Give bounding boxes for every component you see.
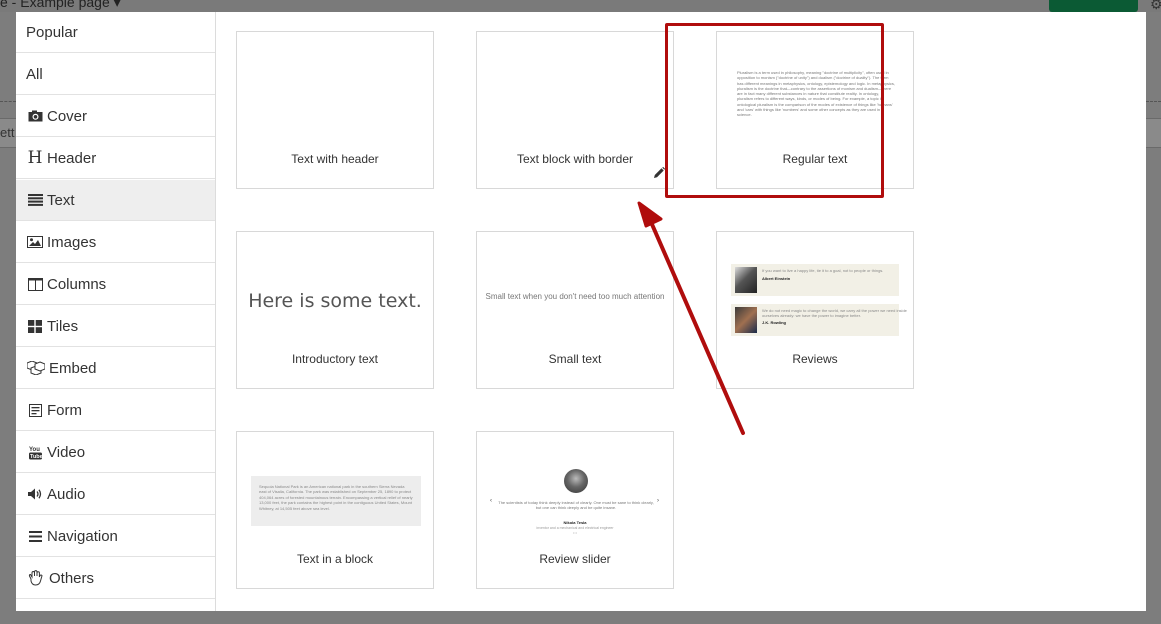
card-label: Reviews [792,352,838,366]
category-sidebar: Popular All Cover H Header Text Images Co… [16,12,216,611]
avatar [735,307,757,333]
background-left [0,12,16,624]
category-cover[interactable]: Cover [16,96,215,137]
cubes-icon [26,361,46,375]
slider-quote: The scientists of today think deeply ins… [498,500,654,511]
block-card-text-in-a-block[interactable]: Sequoia National Park is an American nat… [236,431,434,589]
block-card-text-with-header[interactable]: Text with header [236,31,434,189]
category-all[interactable]: All [16,54,215,95]
block-library-modal: Popular All Cover H Header Text Images Co… [16,12,1146,611]
youtube-icon: You Tube [26,445,44,460]
hand-icon [26,570,46,586]
card-label: Review slider [539,552,611,566]
background-strip-right [1146,118,1161,148]
category-tiles[interactable]: Tiles [16,306,215,347]
background-strip: ett [0,118,16,148]
small-text-preview: Small text when you don't need too much … [485,292,665,301]
review-quote: ourselves already: we have the power to … [762,313,861,318]
background-strip-text: ett [0,125,15,140]
block-card-introductory-text[interactable]: Here is some text. Introductory text [236,231,434,389]
category-video[interactable]: You Tube Video [16,432,215,473]
background-dashed-line [0,101,16,102]
chevron-left-icon: ‹ [490,498,492,504]
block-card-small-text[interactable]: Small text when you don't need too much … [476,231,674,389]
text-block-preview: Sequoia National Park is an American nat… [251,476,421,526]
svg-text:Tube: Tube [30,454,42,460]
category-embed[interactable]: Embed [16,348,215,389]
card-label: Text block with border [516,152,634,166]
background-dashed-line-right [1146,101,1161,102]
avatar [735,267,757,293]
category-navigation[interactable]: Navigation [16,516,215,557]
category-audio[interactable]: Audio [16,474,215,515]
slider-author: Nikola Tesla [563,520,587,525]
block-grid: Text with header Text block with border … [216,12,1146,611]
category-form[interactable]: Form [16,390,215,431]
background-page-title: e - Example page ▾ [0,0,121,10]
text-block-content: Sequoia National Park is an American nat… [259,484,413,511]
tiles-icon [26,319,44,333]
slider-dots: • • [573,531,577,535]
category-text[interactable]: Text [16,180,215,221]
background-publish-button [1049,0,1138,12]
review-quote: If you want to live a happy life, tie it… [762,268,884,273]
card-label: Text with header [291,152,379,166]
block-card-text-block-with-border[interactable]: Text block with border [476,31,674,189]
card-label: Text in a block [296,552,374,566]
avatar [564,469,588,493]
category-header[interactable]: H Header [16,138,215,179]
block-card-reviews[interactable]: If you want to live a happy life, tie it… [716,231,914,389]
review-preview: If you want to live a happy life, tie it… [731,264,899,296]
block-card-review-slider[interactable]: ‹ › The scientists of today think deeply… [476,431,674,589]
card-label: Small text [548,352,602,366]
text-lines-icon [26,194,44,206]
category-popular[interactable]: Popular [16,12,215,53]
category-others[interactable]: Others [16,558,215,599]
review-author: J.K. Rowling [762,320,786,325]
category-columns[interactable]: Columns [16,264,215,305]
background-right [1146,12,1161,624]
svg-text:You: You [29,447,40,453]
highlight-frame [665,23,884,198]
background-header: e - Example page ▾ ⚙ [0,0,1161,12]
header-icon: H [27,148,43,168]
image-icon [26,236,44,248]
speaker-icon [26,488,44,500]
review-author: Albert Einstein [762,276,791,281]
card-label: Introductory text [291,352,379,366]
camera-icon [26,110,44,122]
menu-icon [26,530,44,542]
review-preview: We do not need magic to change the world… [731,304,907,336]
columns-icon [26,277,44,291]
chevron-right-icon: › [657,498,659,504]
category-images[interactable]: Images [16,222,215,263]
form-icon [26,403,44,417]
slider-author-title: inventor and a mechanical and electrical… [536,526,614,530]
pencil-icon[interactable] [653,166,665,178]
intro-text-preview: Here is some text. [248,290,422,312]
